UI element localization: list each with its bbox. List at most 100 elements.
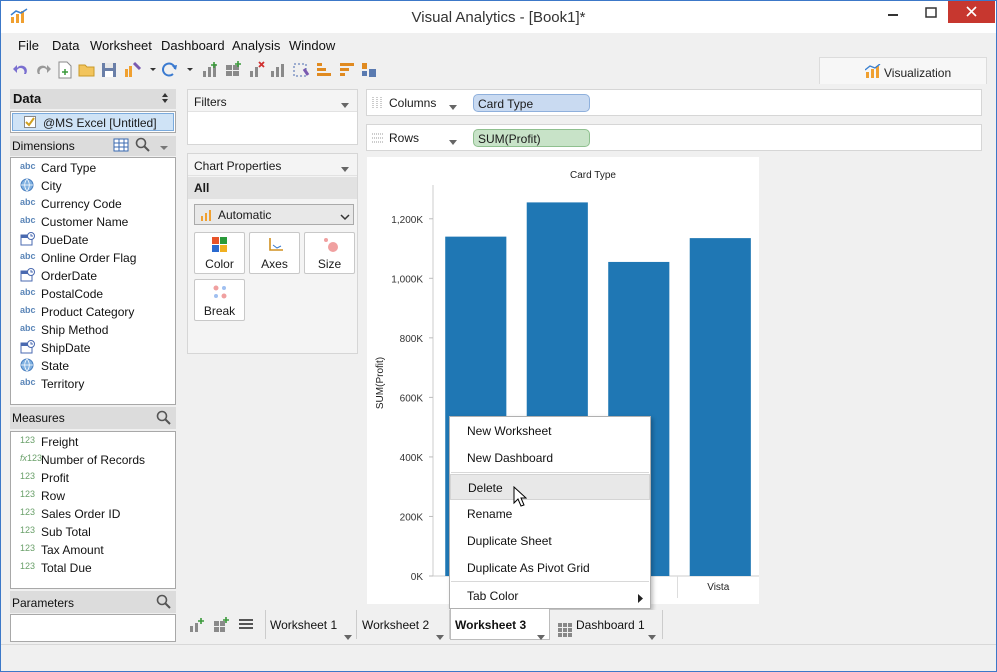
measure-field[interactable]: 123 Profit (20, 470, 170, 488)
swap-axes-icon[interactable] (360, 61, 378, 82)
minimize-button[interactable] (876, 1, 910, 25)
chevron-down-icon[interactable] (160, 142, 168, 156)
dimension-field-label: OrderDate (41, 269, 98, 283)
close-button[interactable] (948, 1, 995, 23)
menu-dashboard[interactable]: Dashboard (161, 37, 225, 55)
redo-icon[interactable] (34, 61, 52, 82)
visualization-tab-label: Visualization (884, 66, 952, 80)
rows-pill[interactable]: SUM(Profit) (473, 129, 590, 147)
measure-field[interactable]: 123 Sales Order ID (20, 506, 170, 524)
search-icon[interactable] (156, 594, 172, 613)
new-file-icon[interactable] (57, 61, 73, 82)
dimension-field[interactable]: abc PostalCode (20, 286, 170, 304)
measure-field[interactable]: 123 Freight (20, 434, 170, 452)
new-worksheet-icon[interactable] (201, 61, 219, 82)
refresh-icon[interactable] (161, 61, 179, 82)
tab-label: Worksheet 2 (362, 618, 430, 632)
open-folder-icon[interactable] (78, 61, 96, 82)
dimension-field[interactable]: City (20, 178, 170, 196)
delete-sheet-icon[interactable] (248, 61, 266, 82)
menu-item-delete[interactable]: Delete (450, 474, 650, 500)
tab-worksheet-1[interactable]: Worksheet 1 (265, 610, 357, 640)
size-button[interactable]: Size (304, 232, 355, 274)
dimension-field[interactable]: abc Currency Code (20, 196, 170, 214)
chevron-down-icon[interactable] (186, 64, 194, 78)
dimensions-header: Dimensions (10, 136, 176, 156)
menu-item-rename[interactable]: Rename (450, 501, 650, 527)
dimension-field[interactable]: abc Online Order Flag (20, 250, 170, 268)
data-header-label: Data (13, 91, 42, 106)
checkbox-icon[interactable] (24, 116, 36, 131)
color-button-label: Color (205, 257, 234, 271)
break-button[interactable]: Break (194, 279, 245, 321)
color-button[interactable]: Color (194, 232, 245, 274)
dimension-field[interactable]: abc Ship Method (20, 322, 170, 340)
menu-analysis[interactable]: Analysis (232, 37, 280, 55)
undo-icon[interactable] (12, 61, 30, 82)
maximize-button[interactable] (914, 1, 948, 25)
measure-field[interactable]: 123 Tax Amount (20, 542, 170, 560)
menu-item-new-worksheet[interactable]: New Worksheet (450, 418, 650, 444)
clear-selection-icon[interactable] (292, 61, 310, 82)
menu-data[interactable]: Data (52, 37, 79, 55)
axes-button-label: Axes (261, 257, 288, 271)
menu-item-new-dashboard[interactable]: New Dashboard (450, 445, 650, 471)
duplicate-sheet-icon[interactable] (269, 61, 287, 82)
chevron-down-icon[interactable] (149, 64, 157, 78)
menu-worksheet[interactable]: Worksheet (90, 37, 152, 55)
dimension-field-label: Card Type (41, 161, 97, 175)
filters-panel: Filters (187, 89, 358, 145)
add-dashboard-icon[interactable] (213, 617, 229, 636)
data-source-item[interactable]: @MS Excel [Untitled] (12, 113, 174, 131)
columns-shelf[interactable]: Columns Card Type (366, 89, 982, 116)
chevron-down-icon[interactable] (449, 100, 457, 114)
tab-label: Worksheet 3 (455, 618, 527, 632)
measure-field[interactable]: fx123 Number of Records (20, 452, 170, 470)
sort-arrows-icon[interactable] (160, 91, 170, 108)
measure-field[interactable]: 123 Row (20, 488, 170, 506)
tab-worksheet-2[interactable]: Worksheet 2 (358, 610, 450, 640)
save-icon[interactable] (101, 61, 117, 82)
search-icon[interactable] (135, 137, 151, 156)
dimension-field[interactable]: abc Customer Name (20, 214, 170, 232)
table-view-icon[interactable] (113, 138, 129, 155)
menu-item-duplicate-sheet[interactable]: Duplicate Sheet (450, 528, 650, 554)
new-dashboard-icon[interactable] (224, 61, 242, 82)
chart-type-select[interactable]: Automatic (194, 204, 354, 225)
tab-dashboard-1[interactable]: Dashboard 1 (551, 610, 663, 640)
clear-sheet-icon[interactable] (124, 61, 148, 82)
number-type-icon: 123 (20, 489, 36, 499)
sort-descending-icon[interactable] (338, 61, 356, 82)
sort-ascending-icon[interactable] (315, 61, 333, 82)
dimension-field[interactable]: ShipDate (20, 340, 170, 358)
search-icon[interactable] (156, 410, 172, 429)
rows-label: Rows (389, 131, 420, 145)
all-marks-tab[interactable]: All (188, 177, 357, 199)
columns-pill[interactable]: Card Type (473, 94, 590, 112)
chevron-down-icon[interactable] (341, 162, 349, 176)
bar[interactable] (689, 238, 751, 576)
tab-worksheet-3[interactable]: Worksheet 3 (450, 609, 550, 640)
add-worksheet-icon[interactable] (189, 617, 205, 636)
rows-shelf[interactable]: Rows SUM(Profit) (366, 124, 982, 151)
visualization-icon (864, 63, 881, 81)
chevron-down-icon[interactable] (341, 98, 349, 112)
dimension-field[interactable]: DueDate (20, 232, 170, 250)
chevron-down-icon[interactable] (449, 135, 457, 149)
dimension-field[interactable]: abc Product Category (20, 304, 170, 322)
measure-field[interactable]: 123 Total Due (20, 560, 170, 578)
dimension-field[interactable]: OrderDate (20, 268, 170, 286)
dimension-field[interactable]: abc Card Type (20, 160, 170, 178)
menu-file[interactable]: File (18, 37, 39, 55)
menu-item-duplicate-pivot-grid[interactable]: Duplicate As Pivot Grid (450, 555, 650, 581)
dimension-field[interactable]: State (20, 358, 170, 376)
sheet-list-icon[interactable] (238, 618, 254, 635)
dimension-field[interactable]: abc Territory (20, 376, 170, 394)
menu-window[interactable]: Window (289, 37, 335, 55)
measure-field[interactable]: 123 Sub Total (20, 524, 170, 542)
menu-bar: File Data Worksheet Dashboard Analysis W… (1, 37, 996, 57)
axes-button[interactable]: Axes (249, 232, 300, 274)
visualization-tab[interactable]: Visualization (819, 57, 987, 84)
menu-item-tab-color[interactable]: Tab Color (450, 583, 650, 609)
chart-title: Card Type (570, 170, 616, 181)
